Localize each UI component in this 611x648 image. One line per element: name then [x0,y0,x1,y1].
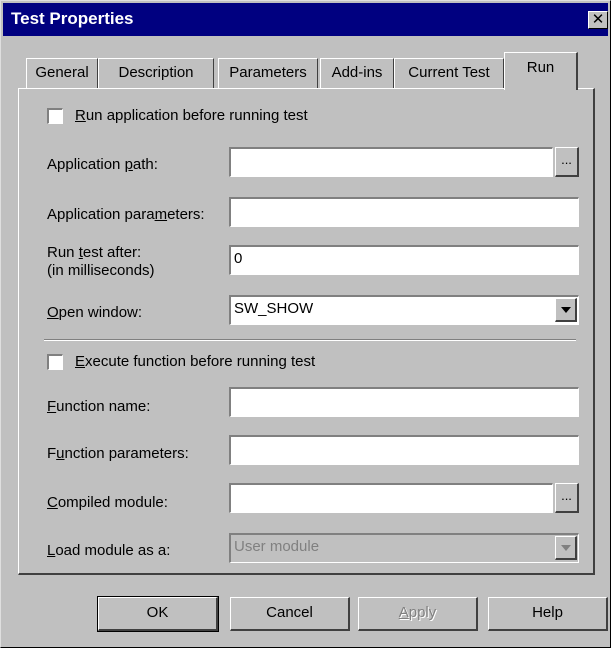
tab-description[interactable]: Description [98,58,214,88]
run-tab-panel [18,88,595,575]
tab-current-test[interactable]: Current Test [394,58,504,88]
tab-run[interactable]: Run [504,52,578,90]
ok-button[interactable]: OK [97,596,219,632]
help-button[interactable]: Help [488,597,608,631]
test-properties-dialog: Test Properties ✕ General Description Pa… [0,0,611,648]
tab-general[interactable]: General [26,58,98,88]
tab-parameters[interactable]: Parameters [218,58,318,88]
title-bar[interactable]: Test Properties ✕ [3,3,608,36]
cancel-button[interactable]: Cancel [230,597,350,631]
tab-add-ins[interactable]: Add-ins [320,58,394,88]
apply-button: Apply [358,597,478,631]
window-title: Test Properties [11,9,134,28]
close-button[interactable]: ✕ [588,11,608,29]
close-icon: ✕ [591,11,605,28]
